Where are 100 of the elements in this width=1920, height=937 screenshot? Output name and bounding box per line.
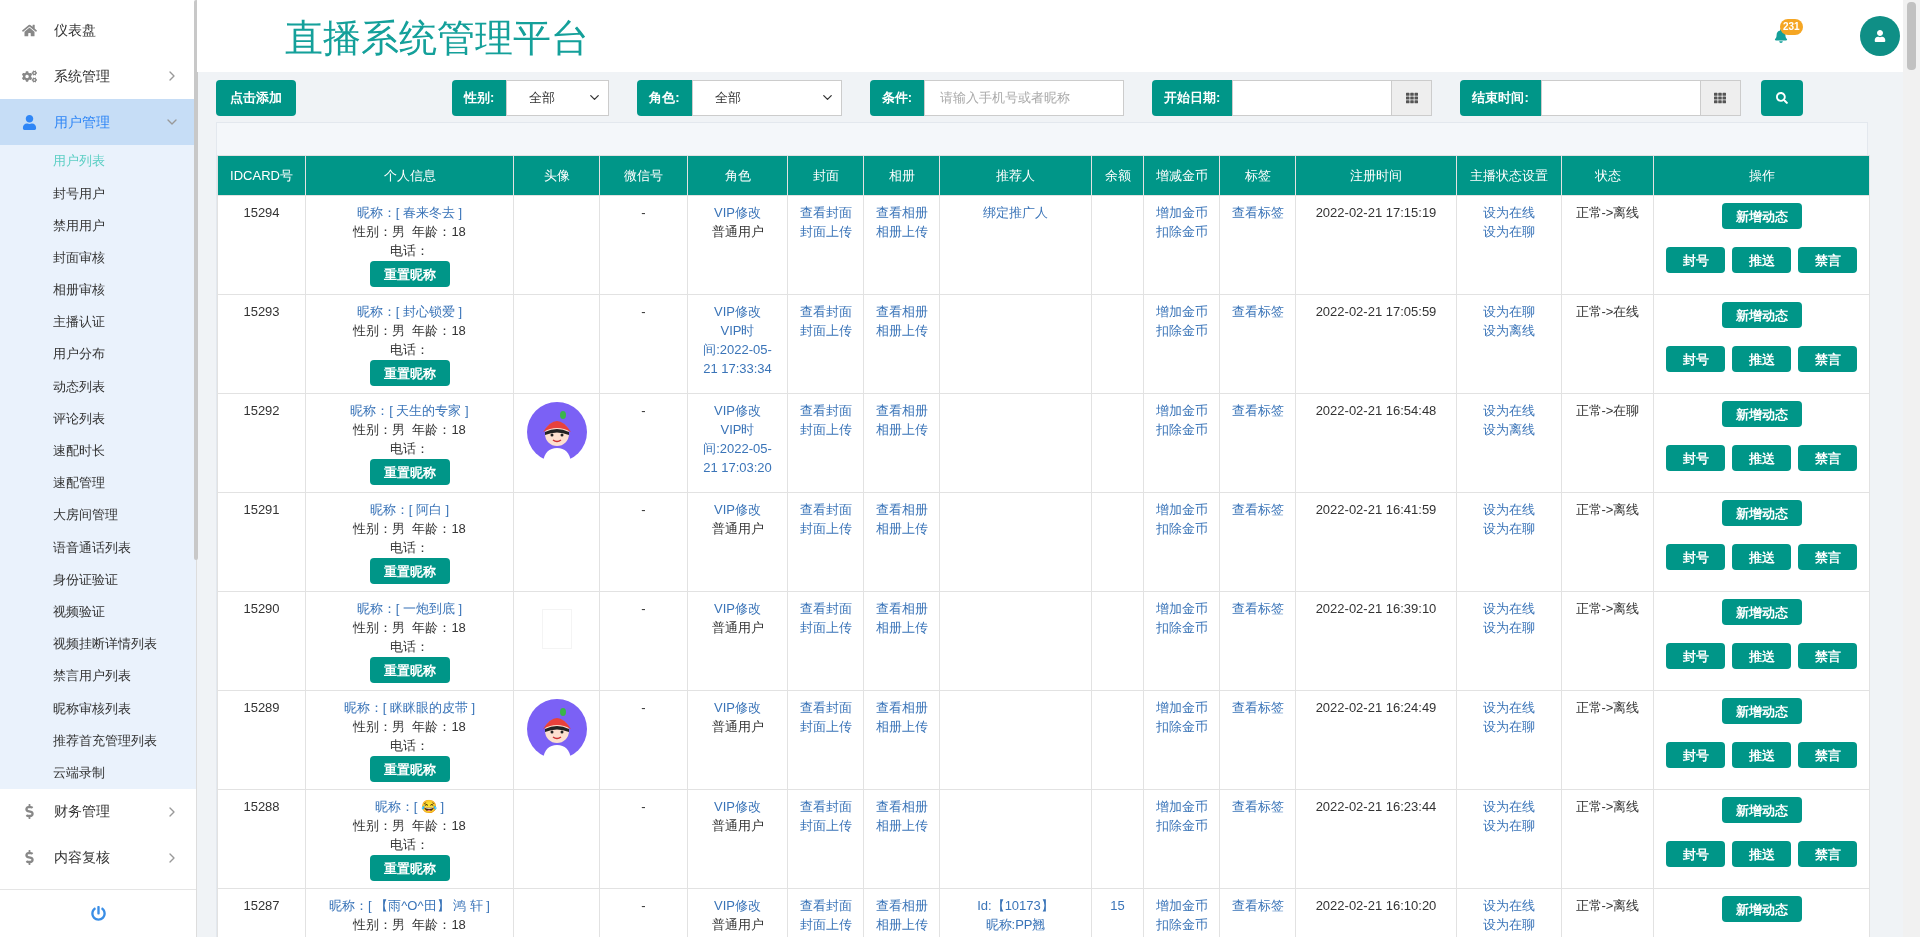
table-link[interactable]: 设为在线	[1483, 898, 1535, 913]
submenu-item[interactable]: 大房间管理	[0, 499, 196, 532]
table-link[interactable]: 设为在聊	[1483, 917, 1535, 932]
table-link[interactable]: 查看相册	[875, 799, 928, 814]
table-link[interactable]: 封面上传	[799, 719, 852, 734]
new-post-button[interactable]: 新增动态	[1721, 698, 1802, 724]
vip-edit-link[interactable]: VIP修改	[714, 700, 761, 715]
vip-edit-link[interactable]: VIP修改	[714, 205, 761, 220]
table-link[interactable]: 查看相册	[875, 601, 928, 616]
submenu-item[interactable]: 禁用用户	[0, 209, 196, 242]
reset-nickname-button[interactable]: 重置昵称	[369, 855, 450, 881]
vip-edit-link[interactable]: VIP修改	[714, 502, 761, 517]
date-input[interactable]	[1540, 79, 1701, 116]
table-link[interactable]: 相册上传	[875, 224, 928, 239]
nickname-link[interactable]: 昵称：[ 😂 ]	[374, 799, 445, 814]
search-input[interactable]: 请输入手机号或者昵称	[924, 79, 1125, 116]
action-button[interactable]: 封号	[1666, 445, 1725, 471]
action-button[interactable]: 禁言	[1798, 445, 1857, 471]
table-link[interactable]: 查看标签	[1231, 799, 1284, 814]
nickname-link[interactable]: 昵称：[ 天生的专家 ]	[350, 403, 469, 418]
table-link[interactable]: 查看标签	[1231, 403, 1284, 418]
action-button[interactable]: 封号	[1666, 742, 1725, 768]
table-link[interactable]: 增加金币	[1155, 205, 1208, 220]
table-link[interactable]: 设为在聊	[1483, 818, 1535, 833]
reset-nickname-button[interactable]: 重置昵称	[369, 261, 450, 287]
submenu-item[interactable]: 速配管理	[0, 466, 196, 500]
table-link[interactable]: 查看封面	[799, 403, 852, 418]
table-link[interactable]: 相册上传	[875, 521, 928, 536]
new-post-button[interactable]: 新增动态	[1721, 797, 1802, 823]
submenu-item[interactable]: 昵称审核列表	[0, 692, 196, 725]
reset-nickname-button[interactable]: 重置昵称	[369, 459, 450, 485]
nickname-link[interactable]: 昵称：[ 春来冬去 ]	[356, 205, 463, 220]
table-link[interactable]: 封面上传	[799, 620, 852, 635]
table-link[interactable]: 增加金币	[1155, 403, 1208, 418]
submenu-item[interactable]: 相册审核	[0, 273, 196, 306]
submenu-item[interactable]: 身份证验证	[0, 563, 196, 596]
table-link[interactable]: 扣除金币	[1155, 917, 1208, 932]
table-link[interactable]: 相册上传	[875, 422, 928, 437]
table-link[interactable]: 查看相册	[875, 403, 928, 418]
action-button[interactable]: 封号	[1666, 841, 1725, 867]
submenu-item[interactable]: 评论列表	[0, 402, 196, 435]
sidebar-item[interactable]: 系统管理	[0, 53, 196, 99]
table-link[interactable]: 扣除金币	[1155, 620, 1208, 635]
action-button[interactable]: 禁言	[1798, 643, 1857, 669]
submenu-item[interactable]: 视频验证	[0, 595, 196, 628]
table-link[interactable]: 扣除金币	[1155, 422, 1208, 437]
action-button[interactable]: 禁言	[1798, 247, 1857, 273]
table-link[interactable]: 查看封面	[799, 304, 852, 319]
action-button[interactable]: 禁言	[1798, 742, 1857, 768]
new-post-button[interactable]: 新增动态	[1721, 896, 1802, 922]
table-link[interactable]: 设为在线	[1483, 205, 1535, 220]
select-field[interactable]: 全部	[506, 79, 610, 116]
submenu-item[interactable]: 封面审核	[0, 241, 196, 274]
vip-edit-link[interactable]: VIP修改	[714, 799, 761, 814]
nickname-link[interactable]: 昵称：[ 封心锁爱 ]	[356, 304, 463, 319]
table-link[interactable]: 查看封面	[799, 799, 852, 814]
table-link[interactable]: 扣除金币	[1155, 323, 1208, 338]
reset-nickname-button[interactable]: 重置昵称	[369, 657, 450, 683]
nickname-link[interactable]: 昵称：[ 阿白 ]	[369, 502, 450, 517]
vip-edit-link[interactable]: VIP修改	[714, 403, 761, 418]
table-link[interactable]: 设为在线	[1483, 700, 1535, 715]
table-link[interactable]: 扣除金币	[1155, 719, 1208, 734]
table-link[interactable]: 封面上传	[799, 521, 852, 536]
table-link[interactable]: 设为在聊	[1483, 224, 1535, 239]
table-link[interactable]: 查看标签	[1231, 601, 1284, 616]
submenu-item[interactable]: 推荐首充管理列表	[0, 724, 196, 757]
table-link[interactable]: 相册上传	[875, 818, 928, 833]
sidebar-item[interactable]: 内容复核	[0, 834, 196, 881]
table-link[interactable]: 扣除金币	[1155, 521, 1208, 536]
table-link[interactable]: 扣除金币	[1155, 818, 1208, 833]
submenu-item[interactable]: 语音通话列表	[0, 531, 196, 564]
submenu-item[interactable]: 主播认证	[0, 305, 196, 339]
submenu-item[interactable]: 云端录制	[0, 756, 196, 789]
action-button[interactable]: 推送	[1732, 247, 1791, 273]
user-avatar-button[interactable]	[1860, 16, 1900, 56]
table-link[interactable]: 增加金币	[1155, 799, 1208, 814]
sidebar-item[interactable]: 仪表盘	[0, 7, 196, 53]
calendar-button[interactable]	[1392, 79, 1433, 116]
table-link[interactable]: 查看标签	[1231, 205, 1284, 220]
table-link[interactable]: 查看封面	[799, 205, 852, 220]
submenu-item[interactable]: 禁言用户列表	[0, 660, 196, 693]
table-link[interactable]: 封面上传	[799, 917, 852, 932]
table-link[interactable]: 设为在聊	[1483, 719, 1535, 734]
action-button[interactable]: 封号	[1666, 346, 1725, 372]
table-link[interactable]: 增加金币	[1155, 601, 1208, 616]
sidebar-item[interactable]: 财务管理	[0, 788, 196, 835]
action-button[interactable]: 推送	[1732, 544, 1791, 570]
add-button[interactable]: 点击添加	[216, 79, 296, 116]
table-link[interactable]: 封面上传	[799, 323, 852, 338]
submenu-item[interactable]: 视频挂断详情列表	[0, 627, 196, 660]
table-link[interactable]: 绑定推广人	[983, 205, 1048, 220]
table-link[interactable]: 昵称:PP翘	[985, 917, 1046, 932]
action-button[interactable]: 推送	[1732, 742, 1791, 768]
table-link[interactable]: 设为在聊	[1483, 521, 1535, 536]
table-link[interactable]: 查看标签	[1231, 700, 1284, 715]
submenu-item[interactable]: 封号用户	[0, 177, 196, 210]
nickname-link[interactable]: 昵称：[ 【雨^O^田】 鸿 轩 ]	[329, 898, 490, 913]
action-button[interactable]: 推送	[1732, 643, 1791, 669]
table-link[interactable]: 增加金币	[1155, 898, 1208, 913]
action-button[interactable]: 封号	[1666, 247, 1725, 273]
